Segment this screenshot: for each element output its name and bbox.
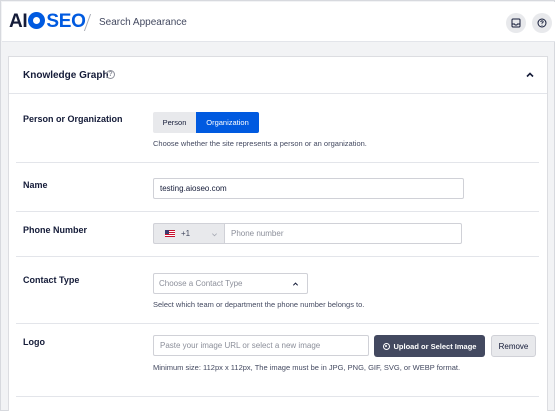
phone-label: Phone Number [23, 225, 88, 235]
chevron-down-icon [212, 233, 217, 237]
notifications-button[interactable] [506, 13, 526, 33]
remove-image-button[interactable]: Remove [491, 335, 536, 357]
phone-number-input[interactable]: Phone number [224, 223, 462, 244]
dial-code: +1 [181, 229, 191, 238]
upload-button-label: Upload or Select Image [393, 341, 477, 351]
upload-icon [382, 342, 390, 350]
inbox-icon [511, 18, 521, 28]
question-circle-icon[interactable]: ? [106, 70, 115, 79]
top-bar: AI SEO Search Appearance [2, 2, 555, 42]
logo-suffix: SEO [46, 11, 86, 32]
caret-up-icon [292, 282, 299, 286]
knowledge-graph-card: Knowledge Graph ? Person or Organization… [8, 56, 548, 411]
card-header[interactable]: Knowledge Graph ? [9, 57, 547, 94]
breadcrumb: Search Appearance [99, 17, 187, 28]
name-label: Name [23, 180, 48, 190]
contact-type-select[interactable]: Choose a Contact Type [153, 273, 308, 294]
help-button[interactable] [532, 13, 552, 33]
row-divider [16, 396, 539, 397]
us-flag-icon [165, 230, 175, 237]
entity-label: Person or Organization [23, 114, 123, 124]
country-code-select[interactable]: +1 [153, 223, 224, 244]
upload-image-button[interactable]: Upload or Select Image [374, 335, 485, 357]
app-frame: AI SEO Search Appearance Knowledge Graph … [0, 0, 555, 411]
logo-url-input[interactable]: Paste your image URL or select a new ima… [153, 335, 369, 356]
row-divider [16, 256, 539, 257]
organization-option[interactable]: Organization [196, 112, 259, 133]
row-divider [16, 323, 539, 324]
logo-label: Logo [23, 337, 45, 347]
name-input[interactable]: testing.aioseo.com [153, 178, 464, 199]
contact-type-placeholder: Choose a Contact Type [159, 279, 243, 288]
row-divider [16, 211, 539, 212]
entity-toggle[interactable]: Person Organization [153, 112, 259, 133]
help-icon [537, 18, 547, 28]
logo-o-icon [28, 12, 46, 29]
person-option[interactable]: Person [153, 112, 196, 133]
entity-hint: Choose whether the site represents a per… [153, 139, 367, 148]
card-title: Knowledge Graph [23, 70, 109, 81]
chevron-up-icon[interactable] [525, 70, 535, 80]
aioseo-logo[interactable]: AI SEO [9, 12, 86, 32]
logo-prefix: AI [9, 11, 28, 32]
logo-hint: Minimum size: 112px x 112px, The image m… [153, 363, 461, 372]
contact-type-hint: Select which team or department the phon… [153, 300, 365, 309]
row-divider [16, 162, 539, 163]
contact-type-label: Contact Type [23, 275, 80, 285]
